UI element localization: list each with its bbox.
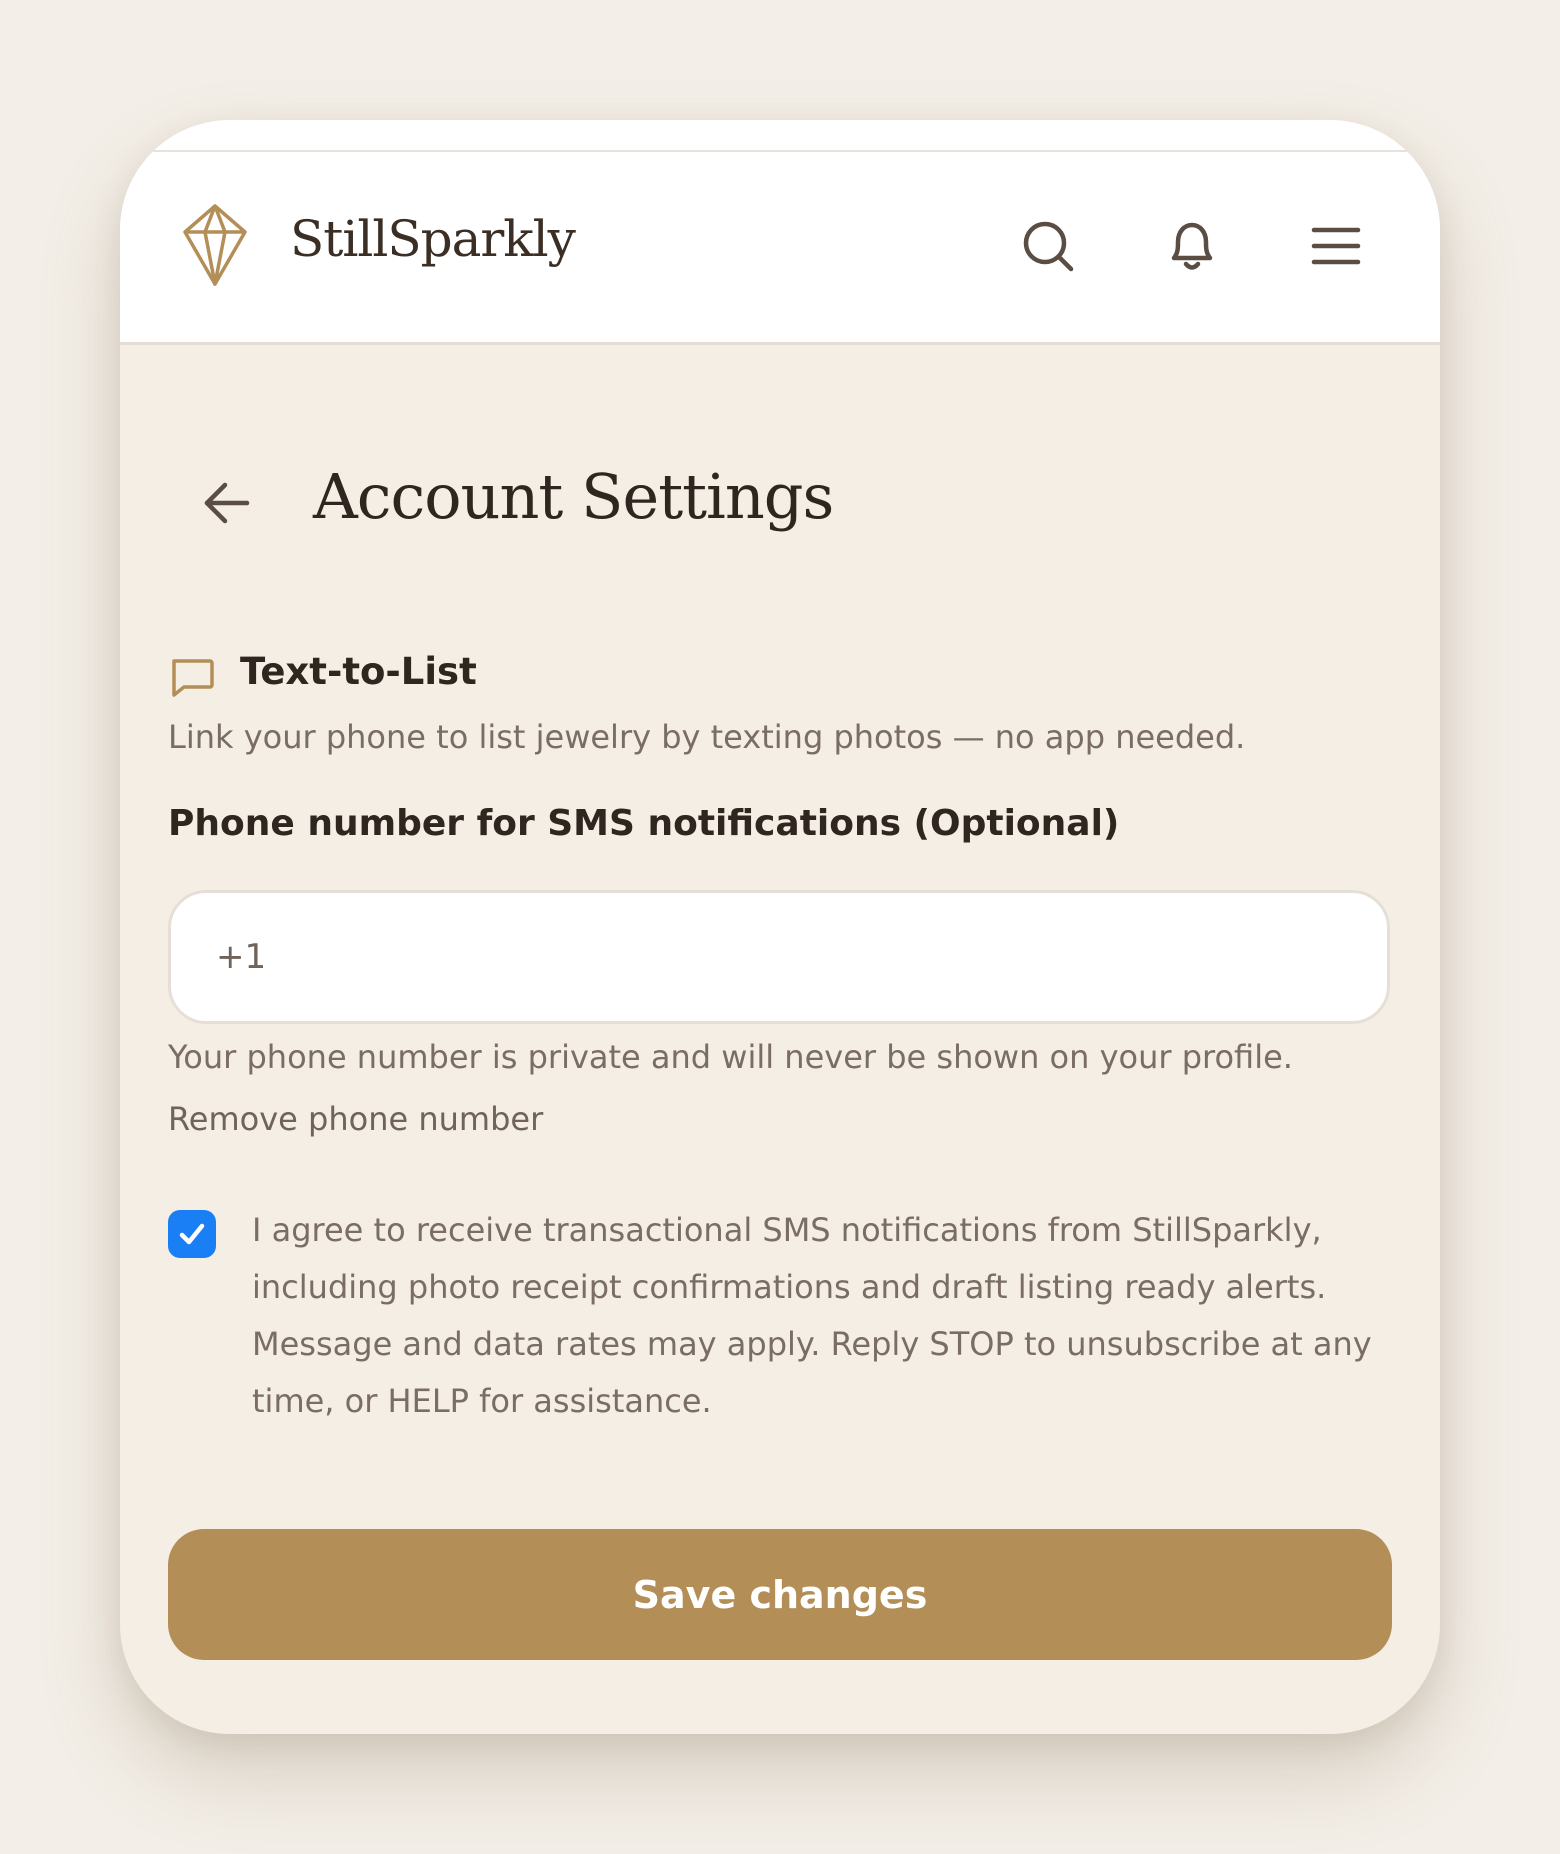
- consent-text: I agree to receive transactional SMS not…: [252, 1211, 1372, 1420]
- back-arrow-icon[interactable]: [194, 470, 260, 536]
- app-header: StillSparkly: [120, 152, 1440, 345]
- save-button[interactable]: Save changes: [168, 1529, 1392, 1660]
- sms-consent-checkbox[interactable]: [168, 1210, 216, 1258]
- phone-field-label: Phone number for SMS notifications (Opti…: [168, 803, 1120, 844]
- chat-bubble-icon: [172, 659, 214, 697]
- bell-icon[interactable]: [1162, 216, 1222, 276]
- checkmark-icon: [179, 1223, 205, 1245]
- brand-name[interactable]: StillSparkly: [290, 210, 576, 268]
- status-strip: [120, 120, 1440, 152]
- app-frame: StillSparkly Account Settings Text-to-Li…: [120, 120, 1440, 1734]
- section-description: Link your phone to list jewelry by texti…: [168, 718, 1246, 756]
- section-title: Text-to-List: [240, 650, 477, 693]
- search-icon[interactable]: [1018, 216, 1078, 276]
- phone-input[interactable]: [168, 890, 1390, 1024]
- privacy-note: Your phone number is private and will ne…: [168, 1038, 1293, 1076]
- remove-phone-link[interactable]: Remove phone number: [168, 1100, 543, 1138]
- diamond-logo-icon[interactable]: [180, 202, 250, 288]
- menu-icon[interactable]: [1306, 216, 1366, 276]
- page-title: Account Settings: [313, 460, 834, 533]
